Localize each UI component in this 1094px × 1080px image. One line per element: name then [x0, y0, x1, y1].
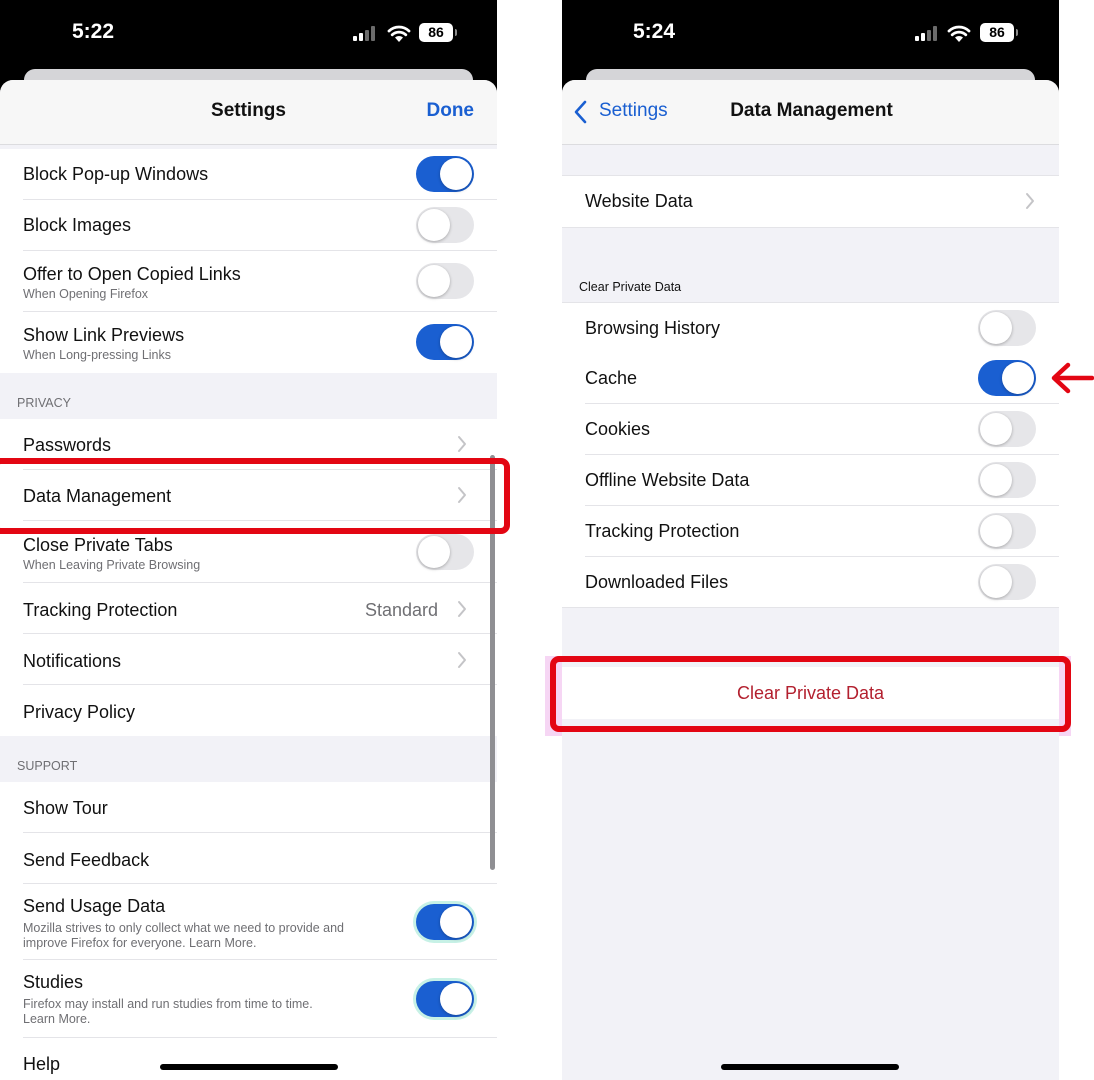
battery-indicator: 86	[980, 23, 1018, 42]
page-title: Data Management	[730, 100, 893, 121]
nav-bar: Settings Data Management	[562, 80, 1059, 145]
home-indicator[interactable]	[721, 1064, 899, 1070]
setting-label: Close Private Tabs	[23, 535, 173, 555]
status-time: 5:22	[72, 20, 115, 43]
setting-row-link-previews[interactable]: Show Link Previews When Long-pressing Li…	[0, 312, 497, 373]
setting-row-block-images[interactable]: Block Images	[0, 200, 497, 251]
setting-label: Notifications	[23, 651, 122, 671]
setting-subtitle: Learn More.	[23, 1012, 91, 1026]
settings-screen: 5:22 86 Settings Done Block Pop-up Windo…	[0, 0, 497, 1080]
downloaded-files-toggle[interactable]	[978, 564, 1036, 600]
settings-sheet: Settings Done Block Pop-up Windows Block…	[0, 80, 497, 1080]
done-button[interactable]: Done	[427, 100, 475, 122]
cellular-signal-icon	[353, 26, 379, 41]
setting-subtitle: Mozilla strives to only collect what we …	[23, 921, 344, 935]
status-bar: 5:22 86	[0, 0, 497, 70]
chevron-right-icon	[458, 652, 466, 668]
wifi-icon	[387, 25, 411, 42]
clear-row-cookies[interactable]: Cookies	[562, 404, 1059, 455]
setting-label: Downloaded Files	[585, 572, 729, 592]
tracking-protection-value: Standard	[364, 600, 438, 620]
data-management-sheet: Settings Data Management Website Data Cl…	[562, 80, 1059, 1080]
cache-toggle[interactable]	[978, 360, 1036, 396]
block-popups-toggle[interactable]	[416, 156, 474, 192]
setting-label: Send Usage Data	[23, 896, 166, 916]
setting-label: Help	[23, 1054, 61, 1074]
block-images-toggle[interactable]	[416, 207, 474, 243]
setting-subtitle: When Opening Firefox	[23, 287, 149, 301]
setting-label: Send Feedback	[23, 850, 150, 870]
setting-row-help[interactable]: Help	[0, 1038, 497, 1080]
clear-row-tracking-protection[interactable]: Tracking Protection	[562, 506, 1059, 557]
setting-subtitle: Firefox may install and run studies from…	[23, 997, 313, 1011]
setting-row-send-feedback[interactable]: Send Feedback	[0, 833, 497, 884]
data-management-screen: 5:24 86 Settings Data Management Website…	[562, 0, 1059, 1080]
clear-row-downloaded-files[interactable]: Downloaded Files	[562, 557, 1059, 608]
clear-row-offline-website-data[interactable]: Offline Website Data	[562, 455, 1059, 506]
setting-row-studies[interactable]: Studies Firefox may install and run stud…	[0, 960, 497, 1038]
setting-row-notifications[interactable]: Notifications	[0, 634, 497, 685]
tracking-protection-toggle[interactable]	[978, 513, 1036, 549]
setting-row-block-popups[interactable]: Block Pop-up Windows	[0, 149, 497, 200]
setting-subtitle: When Leaving Private Browsing	[23, 558, 201, 572]
highlight-box-clear-private-data	[550, 656, 1071, 732]
offline-website-data-toggle[interactable]	[978, 462, 1036, 498]
send-usage-data-toggle[interactable]	[416, 904, 474, 940]
setting-label: Offer to Open Copied Links	[23, 264, 241, 284]
section-header-support: SUPPORT	[17, 759, 78, 773]
setting-label: Tracking Protection	[585, 521, 740, 541]
page-title: Settings	[211, 100, 286, 121]
setting-label: Tracking Protection	[23, 600, 178, 620]
home-indicator[interactable]	[160, 1064, 338, 1070]
section-header-clear-private-data: Clear Private Data	[579, 280, 682, 294]
chevron-right-icon	[1026, 193, 1034, 209]
setting-row-send-usage-data[interactable]: Send Usage Data Mozilla strives to only …	[0, 884, 497, 960]
close-private-tabs-toggle[interactable]	[416, 534, 474, 570]
chevron-right-icon	[458, 436, 466, 452]
setting-label: Website Data	[585, 191, 693, 211]
setting-row-website-data[interactable]: Website Data	[562, 175, 1059, 228]
clear-row-browsing-history[interactable]: Browsing History	[562, 302, 1059, 354]
setting-label: Block Images	[23, 215, 132, 235]
browsing-history-toggle[interactable]	[978, 310, 1036, 346]
status-time: 5:24	[633, 20, 676, 43]
setting-label: Block Pop-up Windows	[23, 164, 209, 184]
setting-row-copied-links[interactable]: Offer to Open Copied Links When Opening …	[0, 251, 497, 312]
setting-label: Cache	[585, 368, 638, 388]
setting-label: Passwords	[23, 435, 112, 455]
setting-row-privacy-policy[interactable]: Privacy Policy	[0, 685, 497, 736]
setting-label: Browsing History	[585, 318, 721, 338]
setting-label: Offline Website Data	[585, 470, 750, 490]
studies-toggle[interactable]	[416, 981, 474, 1017]
setting-label: Studies	[23, 972, 84, 992]
setting-subtitle: improve Firefox for everyone. Learn More…	[23, 936, 257, 950]
cellular-signal-icon	[915, 26, 941, 41]
red-arrow-icon	[1051, 362, 1094, 394]
wifi-icon	[947, 25, 971, 42]
setting-row-tracking-protection[interactable]: Tracking Protection Standard	[0, 583, 497, 634]
link-previews-toggle[interactable]	[416, 324, 474, 360]
setting-label: Cookies	[585, 419, 651, 439]
setting-subtitle: When Long-pressing Links	[23, 348, 171, 362]
nav-bar: Settings Done	[0, 80, 497, 145]
highlight-box-data-management	[0, 458, 510, 534]
chevron-right-icon	[458, 601, 466, 617]
battery-indicator: 86	[419, 23, 457, 42]
setting-label: Show Tour	[23, 798, 108, 818]
cookies-toggle[interactable]	[978, 411, 1036, 447]
copied-links-toggle[interactable]	[416, 263, 474, 299]
setting-row-show-tour[interactable]: Show Tour	[0, 782, 497, 833]
status-bar: 5:24 86	[562, 0, 1059, 70]
setting-label: Privacy Policy	[23, 702, 136, 722]
setting-label: Show Link Previews	[23, 325, 185, 345]
section-header-privacy: PRIVACY	[17, 396, 71, 410]
clear-row-cache[interactable]: Cache	[562, 353, 1059, 404]
